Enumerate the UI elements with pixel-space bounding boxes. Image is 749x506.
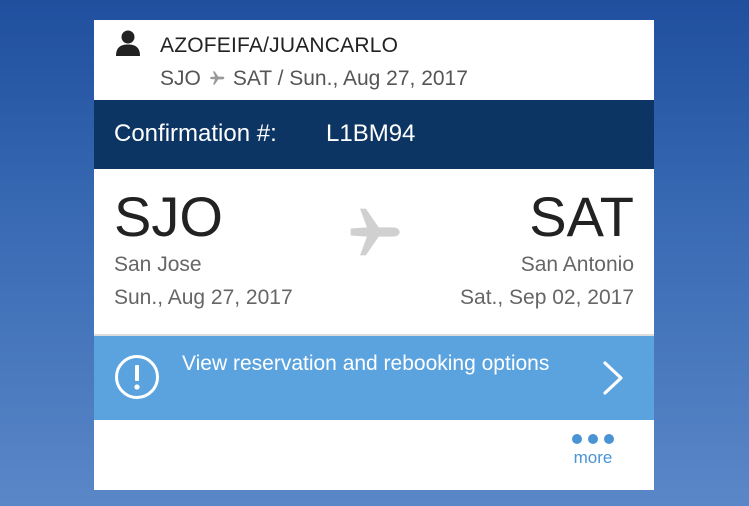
confirmation-code: L1BM94 [326,120,416,147]
plane-icon [350,208,400,256]
passenger-header: AZOFEIFA/JUANCARLO SJO SAT / Sun., Aug 27… [94,20,654,99]
person-icon [116,30,140,56]
route-destination-date: SAT / Sun., Aug 27, 2017 [232,67,468,90]
destination-airport-code: SAT [529,185,634,248]
origin-airport-code: SJO [114,185,223,248]
destination-city: San Antonio [520,253,634,276]
return-date: Sat., Sep 02, 2017 [460,286,634,309]
confirmation-label: Confirmation #: [114,120,277,147]
route-summary: SJO SAT / Sun., Aug 27, 2017 [160,67,468,91]
more-dots-icon [572,434,614,444]
more-button[interactable]: more [564,432,622,472]
plane-icon [210,71,225,85]
trip-card: AZOFEIFA/JUANCARLO SJO SAT / Sun., Aug 27… [94,20,654,490]
chevron-right-icon [603,361,623,395]
alert-circle-icon [115,355,159,399]
confirmation-bar: Confirmation #: L1BM94 [94,100,654,169]
route-origin: SJO [160,67,201,90]
origin-city: San Jose [114,253,202,276]
flight-summary: SJO SAT San Jose San Antonio Sun., Aug 2… [94,170,654,334]
passenger-name: AZOFEIFA/JUANCARLO [160,34,399,57]
more-label: more [573,448,613,467]
departure-date: Sun., Aug 27, 2017 [114,286,293,309]
view-reservation-button[interactable]: View reservation and rebooking options [94,336,654,420]
rebook-label: View reservation and rebooking options [182,352,550,375]
